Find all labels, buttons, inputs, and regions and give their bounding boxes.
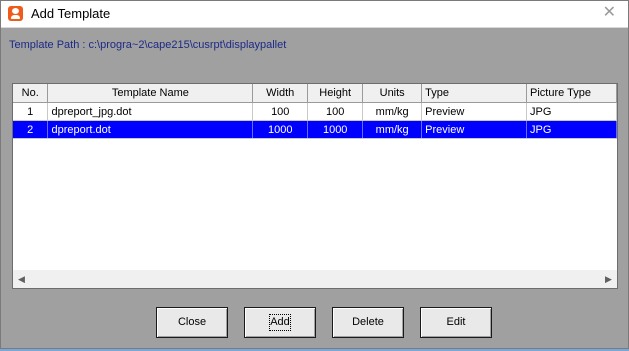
column-header-width[interactable]: Width bbox=[252, 84, 309, 103]
app-logo-icon bbox=[8, 6, 23, 21]
title-bar[interactable]: Add Template ✕ bbox=[1, 1, 628, 28]
cell-picture-type: JPG bbox=[526, 102, 617, 121]
cell-template-name: dpreport_jpg.dot bbox=[47, 102, 254, 121]
template-path-label: Template Path : c:\progra~2\cape215\cusr… bbox=[9, 39, 287, 51]
cell-picture-type: JPG bbox=[526, 120, 617, 139]
add-template-dialog: Add Template ✕ Template Path : c:\progra… bbox=[0, 0, 629, 349]
scroll-left-arrow-icon[interactable]: ◀ bbox=[13, 271, 30, 288]
column-header-units[interactable]: Units bbox=[362, 84, 423, 103]
edit-button[interactable]: Edit bbox=[420, 307, 492, 338]
scroll-right-arrow-icon[interactable]: ▶ bbox=[600, 271, 617, 288]
template-grid[interactable]: No. Template Name Width Height Units Typ… bbox=[12, 83, 618, 289]
column-header-picture-type[interactable]: Picture Type bbox=[526, 84, 617, 103]
cell-height: 100 bbox=[307, 102, 364, 121]
cell-width: 100 bbox=[252, 102, 309, 121]
column-header-no[interactable]: No. bbox=[13, 84, 49, 103]
add-button[interactable]: Add bbox=[244, 307, 316, 338]
close-icon[interactable]: ✕ bbox=[603, 4, 616, 22]
cell-height: 1000 bbox=[307, 120, 364, 139]
cell-units: mm/kg bbox=[362, 102, 423, 121]
cell-no: 1 bbox=[13, 102, 49, 121]
table-header-row: No. Template Name Width Height Units Typ… bbox=[13, 84, 617, 103]
delete-button[interactable]: Delete bbox=[332, 307, 404, 338]
cell-type: Preview bbox=[421, 102, 528, 121]
column-header-height[interactable]: Height bbox=[307, 84, 364, 103]
cell-template-name: dpreport.dot bbox=[47, 120, 254, 139]
template-table: No. Template Name Width Height Units Typ… bbox=[13, 84, 617, 139]
cell-type: Preview bbox=[421, 120, 528, 139]
cell-units: mm/kg bbox=[362, 120, 423, 139]
close-button[interactable]: Close bbox=[156, 307, 228, 338]
table-row[interactable]: 1 dpreport_jpg.dot 100 100 mm/kg Preview… bbox=[13, 102, 617, 121]
horizontal-scrollbar[interactable]: ◀ ▶ bbox=[13, 270, 617, 288]
column-header-template-name[interactable]: Template Name bbox=[47, 84, 254, 103]
cell-width: 1000 bbox=[252, 120, 309, 139]
dialog-title: Add Template bbox=[31, 6, 111, 21]
table-row-selected[interactable]: 2 dpreport.dot 1000 1000 mm/kg Preview J… bbox=[13, 120, 617, 139]
column-header-type[interactable]: Type bbox=[421, 84, 528, 103]
cell-no: 2 bbox=[13, 120, 49, 139]
